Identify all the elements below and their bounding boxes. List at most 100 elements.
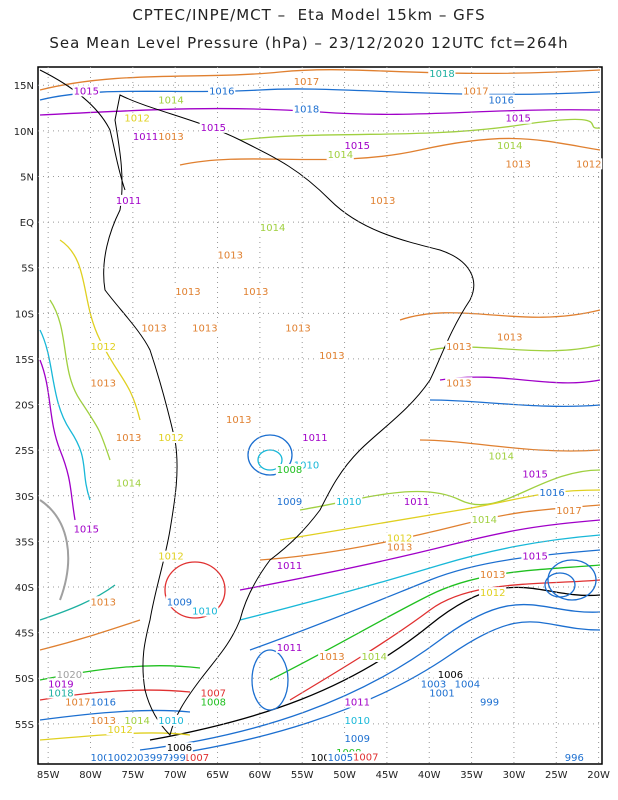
contour-label: 1010 (192, 606, 217, 617)
contour-label: 1007 (353, 752, 378, 763)
contour-label: 1013 (116, 433, 141, 444)
lat-label: 5N (20, 172, 34, 183)
contour-label: 1015 (74, 524, 99, 535)
lat-label: 45S (15, 629, 34, 640)
lon-label: 80W (79, 770, 102, 781)
lon-label: 75W (122, 770, 145, 781)
contour-label: 1017 (65, 698, 90, 709)
contour-label: 1016 (539, 488, 564, 499)
lon-label: 55W (291, 770, 314, 781)
contour-label: 1013 (480, 570, 505, 581)
contour-label: 1012 (576, 159, 601, 170)
contour-label: 1014 (328, 150, 353, 161)
lon-label: 50W (333, 770, 356, 781)
contour-label: 1002 (107, 753, 132, 764)
contour-label: 1012 (158, 552, 183, 563)
contour-label: 1013 (505, 159, 530, 170)
contour-label: 1009 (277, 497, 302, 508)
lon-label: 70W (164, 770, 187, 781)
contour-label: 1014 (489, 451, 514, 462)
contour-label: 1014 (497, 141, 522, 152)
contour-label: 1017 (556, 506, 581, 517)
contour-label: 1017 (463, 86, 488, 97)
contour-label: 1011 (345, 698, 370, 709)
lat-label: 10N (14, 127, 34, 138)
contour-label: 1013 (158, 132, 183, 143)
lat-label: 10S (15, 309, 34, 320)
contour-label: 1011 (277, 643, 302, 654)
contour-label: 1015 (74, 86, 99, 97)
contour-label: 1018 (294, 105, 319, 116)
contour-label: 1014 (472, 515, 497, 526)
contour-label: 1008 (277, 465, 302, 476)
longitude-labels: 85W 80W 75W 70W 65W 60W 55W 50W 45W 40W 35W 30W 25W 2… (37, 770, 610, 781)
contour-label: 1013 (319, 652, 344, 663)
contour-label: 1013 (319, 351, 344, 362)
contour-label: 1011 (302, 433, 327, 444)
contour-label: 1007 (184, 753, 209, 764)
lon-label: 35W (460, 770, 483, 781)
contour-label: 1013 (497, 333, 522, 344)
contour-label: 1017 (294, 77, 319, 88)
contour-label: 999 (480, 698, 499, 709)
lat-label: 35S (15, 537, 34, 548)
contour-label: 997 (150, 753, 169, 764)
contour-label: 1013 (91, 597, 116, 608)
latitude-labels: 15N 10N 5N EQ 5S 10S 15S 20S 25S 30S 35S 40S 45S 50S 5… (14, 81, 34, 731)
contour-label: 1013 (446, 342, 471, 353)
contour-label: 1013 (226, 415, 251, 426)
contour-label: 1014 (158, 95, 183, 106)
contour-label: 1018 (429, 69, 454, 80)
lon-label: 85W (37, 770, 60, 781)
contour-label: 1012 (158, 433, 183, 444)
lat-label: EQ (20, 218, 34, 229)
contour-label: 1012 (124, 114, 149, 125)
contour-label: 1013 (446, 378, 471, 389)
contour-label: 996 (565, 753, 584, 764)
contour-label: 1012 (480, 588, 505, 599)
contour-label: 1013 (192, 324, 217, 335)
contour-label: 1011 (277, 561, 302, 572)
lon-label: 25W (545, 770, 568, 781)
lat-label: 50S (15, 674, 34, 685)
lon-label: 30W (503, 770, 526, 781)
contour-label: 1013 (243, 287, 268, 298)
lon-label: 40W (418, 770, 441, 781)
lat-label: 15S (15, 355, 34, 366)
contour-label: 1014 (260, 223, 285, 234)
contour-label: 1013 (175, 287, 200, 298)
contour-label: 1013 (387, 543, 412, 554)
contour-label: 1013 (370, 196, 395, 207)
contour-label: 1016 (489, 95, 514, 106)
lat-label: 15N (14, 81, 34, 92)
contour-label: 1015 (522, 470, 547, 481)
contour-label: 1012 (91, 342, 116, 353)
pressure-map: 15N 10N 5N EQ 5S 10S 15S 20S 25S 30S 35S 40S 45S 50S 5… (14, 66, 610, 781)
lon-label: 20W (587, 770, 610, 781)
contour-label: 1009 (167, 597, 192, 608)
contour-label: 1016 (91, 698, 116, 709)
contour-label: 1015 (522, 552, 547, 563)
contour-label: 1014 (361, 652, 386, 663)
contour-label: 1011 (133, 132, 158, 143)
lat-label: 25S (15, 446, 34, 457)
lat-label: 20S (15, 401, 34, 412)
contour-label: 1014 (116, 479, 141, 490)
contour-label: 1010 (345, 716, 370, 727)
lat-label: 40S (15, 583, 34, 594)
contour-label: 1013 (285, 324, 310, 335)
lon-label: 45W (376, 770, 399, 781)
contour-label: 1012 (107, 725, 132, 736)
contour-label: 1013 (91, 378, 116, 389)
lat-label: 5S (21, 264, 34, 275)
contour-label: 1005 (328, 753, 353, 764)
lon-label: 65W (206, 770, 229, 781)
contour-label: 1011 (404, 497, 429, 508)
contour-label: 1010 (336, 497, 361, 508)
contour-label: 1010 (158, 716, 183, 727)
lat-label: 55S (15, 720, 34, 731)
lat-label: 30S (15, 492, 34, 503)
contour-label: 1001 (429, 688, 454, 699)
contour-label: 1004 (455, 679, 480, 690)
lon-label: 60W (249, 770, 272, 781)
